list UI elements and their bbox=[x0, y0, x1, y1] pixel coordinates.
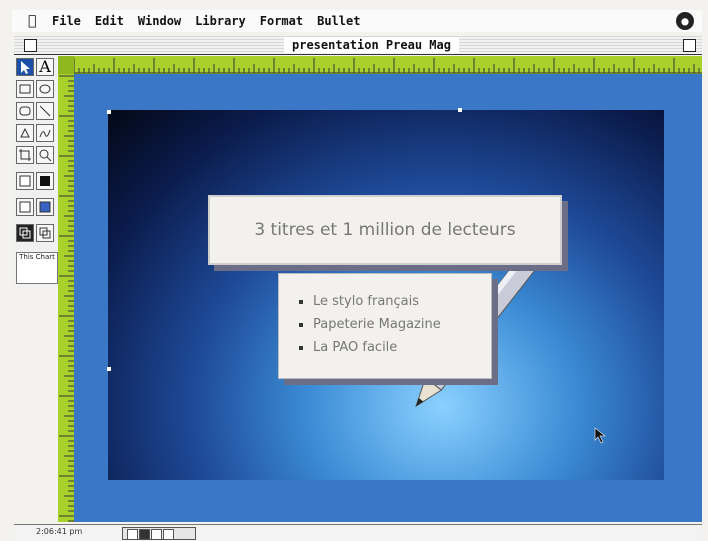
mac-desktop-screen:  File Edit Window Library Format Bullet… bbox=[0, 0, 708, 541]
selection-handle[interactable] bbox=[107, 367, 111, 371]
crop-tool-icon[interactable] bbox=[16, 146, 34, 164]
menu-format[interactable]: Format bbox=[260, 14, 303, 28]
zoom-tool-icon[interactable] bbox=[36, 146, 54, 164]
oval-tool-icon[interactable] bbox=[36, 80, 54, 98]
menu-file[interactable]: File bbox=[52, 14, 81, 28]
menu-window[interactable]: Window bbox=[138, 14, 181, 28]
pattern-none-swatch[interactable] bbox=[16, 198, 34, 216]
rounded-rect-tool-icon[interactable] bbox=[16, 102, 34, 120]
menu-library[interactable]: Library bbox=[195, 14, 246, 28]
prev-page-button[interactable] bbox=[127, 529, 138, 540]
rectangle-tool-icon[interactable] bbox=[16, 80, 34, 98]
freehand-tool-icon[interactable] bbox=[36, 124, 54, 142]
selection-handle[interactable] bbox=[458, 108, 462, 112]
group-tool-icon[interactable] bbox=[16, 224, 34, 242]
text-tool-icon[interactable]: A bbox=[36, 58, 54, 76]
current-page-button[interactable] bbox=[139, 529, 150, 540]
menu-bar:  File Edit Window Library Format Bullet… bbox=[12, 10, 702, 32]
chart-tool-button[interactable]: This Chart bbox=[16, 252, 58, 284]
window-title-bar[interactable]: presentation Preau Mag bbox=[14, 36, 702, 55]
bullet-list: Le stylo français Papeterie Magazine La … bbox=[279, 290, 491, 359]
line-tool-icon[interactable] bbox=[36, 102, 54, 120]
selection-handle[interactable] bbox=[107, 110, 111, 114]
mouse-pointer-icon bbox=[594, 427, 606, 444]
arrow-tool-icon[interactable] bbox=[16, 58, 34, 76]
white-fill-swatch[interactable] bbox=[16, 172, 34, 190]
slide-title-box[interactable]: 3 titres et 1 million de lecteurs bbox=[208, 195, 562, 265]
bullet-item: Le stylo français bbox=[313, 290, 491, 313]
black-fill-swatch[interactable] bbox=[36, 172, 54, 190]
next-page-button[interactable] bbox=[151, 529, 162, 540]
menu-edit[interactable]: Edit bbox=[95, 14, 124, 28]
apple-menu-icon[interactable]:  bbox=[28, 14, 42, 28]
zoom-box-icon[interactable] bbox=[683, 39, 696, 52]
horizontal-ruler bbox=[58, 56, 702, 74]
page-controls bbox=[122, 527, 196, 540]
application-menu-icon[interactable]: ● bbox=[676, 12, 694, 30]
blue-fill-swatch[interactable] bbox=[36, 198, 54, 216]
ruler-origin-corner[interactable] bbox=[58, 56, 74, 74]
slide-title-text: 3 titres et 1 million de lecteurs bbox=[254, 220, 516, 240]
clock-time: 2:06:41 pm bbox=[36, 527, 83, 536]
menu-bullet[interactable]: Bullet bbox=[317, 14, 360, 28]
bullet-item: La PAO facile bbox=[313, 336, 491, 359]
polygon-tool-icon[interactable] bbox=[16, 124, 34, 142]
status-bar: 2:06:41 pm bbox=[14, 524, 702, 541]
last-page-button[interactable] bbox=[163, 529, 174, 540]
bullet-item: Papeterie Magazine bbox=[313, 313, 491, 336]
tool-palette: A This Chart bbox=[14, 56, 59, 286]
window-title: presentation Preau Mag bbox=[284, 37, 459, 53]
vertical-ruler bbox=[58, 74, 74, 522]
ungroup-tool-icon[interactable] bbox=[36, 224, 54, 242]
slide-bullet-box[interactable]: Le stylo français Papeterie Magazine La … bbox=[278, 273, 492, 379]
close-box-icon[interactable] bbox=[24, 39, 37, 52]
